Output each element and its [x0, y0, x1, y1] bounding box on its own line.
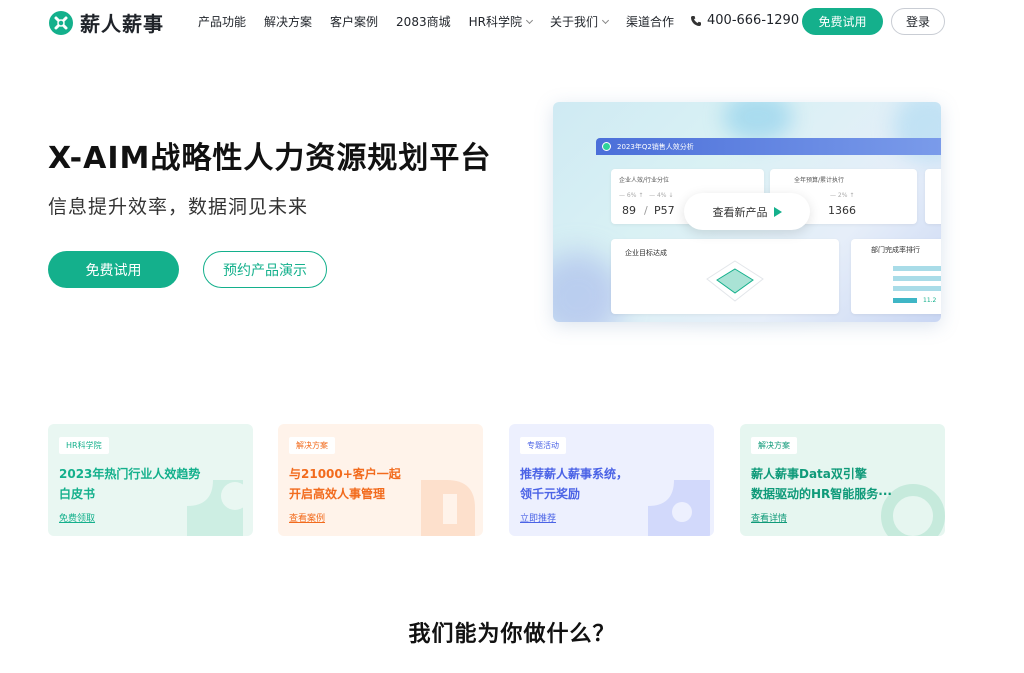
promo-tag: 专题活动 [520, 437, 566, 454]
promo-title: 2023年热门行业人效趋势 白皮书 [59, 464, 200, 504]
nav-label: 关于我们 [549, 15, 598, 29]
brand-name: 薪人薪事 [80, 12, 164, 36]
promo-title: 与21000+客户一起 开启高效人事管理 [289, 464, 401, 504]
brand-shape-decoration [421, 480, 475, 536]
rank-bar [893, 266, 941, 271]
free-trial-button[interactable]: 免费试用 [802, 8, 883, 35]
promo-tag: HR科学院 [59, 437, 109, 454]
brand-logo[interactable]: 薪人薪事 [48, 8, 164, 37]
nav-label: 解决方案 [264, 15, 313, 29]
nav-label: 客户案例 [330, 15, 379, 29]
logo-icon [49, 10, 73, 35]
promo-title: 薪人薪事Data双引擎 数据驱动的HR智能服务··· [751, 464, 892, 504]
nav-item-hr-academy[interactable]: HR科学院 [468, 13, 534, 30]
promo-title-line: 领千元奖励 [520, 487, 581, 501]
nav-label: HR科学院 [468, 15, 522, 29]
rank-value: 11.2 [923, 297, 937, 304]
product-preview[interactable]: 2023年Q2销售人效分析 企业人效/行业分位 — 6% ↑ — 4% ↓ 89… [553, 102, 941, 322]
phone-icon [691, 15, 701, 26]
promo-title-line: 数据驱动的HR智能服务··· [751, 487, 892, 501]
login-button[interactable]: 登录 [891, 8, 945, 35]
play-label: 查看新产品 [712, 205, 768, 219]
nav-label: 产品功能 [198, 15, 247, 29]
kpi-value: P57 [654, 204, 675, 217]
kpi-value: 89 [622, 204, 636, 217]
section-heading: 我们能为你做什么？ [408, 622, 616, 647]
nav-item-about-us[interactable]: 关于我们 [549, 13, 610, 30]
promo-card-data-engine[interactable]: 解决方案 薪人薪事Data双引擎 数据驱动的HR智能服务··· 查看详情 [740, 424, 945, 536]
nav-item-customer-cases[interactable]: 客户案例 [330, 13, 378, 30]
radar-chart-icon [706, 260, 764, 302]
nav-item-solutions[interactable]: 解决方案 [264, 13, 312, 30]
phone-number: 400-666-1290 [707, 13, 800, 28]
promo-title-line: 推荐薪人薪事系统， [520, 467, 629, 481]
dashboard-icon [602, 142, 611, 151]
promo-card-hr-academy[interactable]: HR科学院 2023年热门行业人效趋势 白皮书 免费领取 [48, 424, 253, 536]
rank-card: 部门完成率排行 11.2 [851, 239, 941, 314]
hero-subtitle: 信息提升效率，数据洞见未来 [48, 196, 309, 218]
kpi-divider: / [644, 204, 648, 217]
promo-title-line: 薪人薪事Data双引擎 [751, 467, 867, 481]
promo-link[interactable]: 查看案例 [289, 511, 325, 524]
main-nav: 产品功能 解决方案 客户案例 2083商城 HR科学院 关于我们 渠道合作 [198, 13, 692, 30]
brand-shape-decoration [648, 480, 710, 536]
nav-item-mall[interactable]: 2083商城 [396, 13, 451, 30]
dashboard-header: 2023年Q2销售人效分析 [596, 138, 941, 155]
promo-tag: 解决方案 [289, 437, 335, 454]
nav-label: 2083商城 [396, 15, 451, 29]
promo-link[interactable]: 查看详情 [751, 511, 787, 524]
dashboard-title: 2023年Q2销售人效分析 [617, 142, 694, 151]
rank-bar [893, 298, 917, 303]
kpi-card-extra [925, 169, 941, 224]
nav-item-product-features[interactable]: 产品功能 [198, 13, 246, 30]
promo-link[interactable]: 免费领取 [59, 511, 95, 524]
kpi-sub: — 2% ↑ [830, 192, 855, 199]
goal-chart-card: 企业目标达成 [611, 239, 839, 314]
kpi-label: 全年预算/累计执行 [794, 177, 845, 184]
chart-label: 企业目标达成 [625, 249, 667, 257]
chevron-down-icon [601, 16, 610, 24]
promo-title: 推荐薪人薪事系统， 领千元奖励 [520, 464, 628, 504]
hero-title: X-AIM战略性人力资源规划平台 [48, 141, 492, 176]
chevron-down-icon [525, 16, 534, 24]
nav-item-channel-partners[interactable]: 渠道合作 [626, 13, 674, 30]
promo-card-solutions[interactable]: 解决方案 与21000+客户一起 开启高效人事管理 查看案例 [278, 424, 483, 536]
promo-title-line: 与21000+客户一起 [289, 467, 401, 481]
top-navbar: 薪人薪事 产品功能 解决方案 客户案例 2083商城 HR科学院 关于我们 渠道… [0, 0, 1024, 44]
kpi-value: 1366 [828, 204, 856, 217]
phone-contact[interactable]: 400-666-1290 [690, 13, 799, 28]
preview-decoration [723, 102, 793, 142]
promo-card-referral[interactable]: 专题活动 推荐薪人薪事系统， 领千元奖励 立即推荐 [509, 424, 714, 536]
chart-label: 部门完成率排行 [871, 246, 920, 254]
view-new-product-button[interactable]: 查看新产品 [684, 193, 810, 230]
play-icon [773, 206, 782, 217]
promo-title-line: 白皮书 [59, 487, 96, 501]
promo-link[interactable]: 立即推荐 [520, 511, 556, 524]
promo-title-line: 开启高效人事管理 [289, 487, 386, 501]
promo-title-line: 2023年热门行业人效趋势 [59, 467, 201, 481]
kpi-label: 企业人效/行业分位 [619, 177, 670, 184]
promo-tag: 解决方案 [751, 437, 797, 454]
book-demo-button[interactable]: 预约产品演示 [203, 251, 327, 288]
rank-bar [893, 276, 941, 281]
nav-label: 渠道合作 [625, 15, 674, 29]
hero-free-trial-button[interactable]: 免费试用 [48, 251, 179, 288]
kpi-sub: — 6% ↑ — 4% ↓ [619, 192, 674, 199]
rank-bar [893, 286, 941, 291]
